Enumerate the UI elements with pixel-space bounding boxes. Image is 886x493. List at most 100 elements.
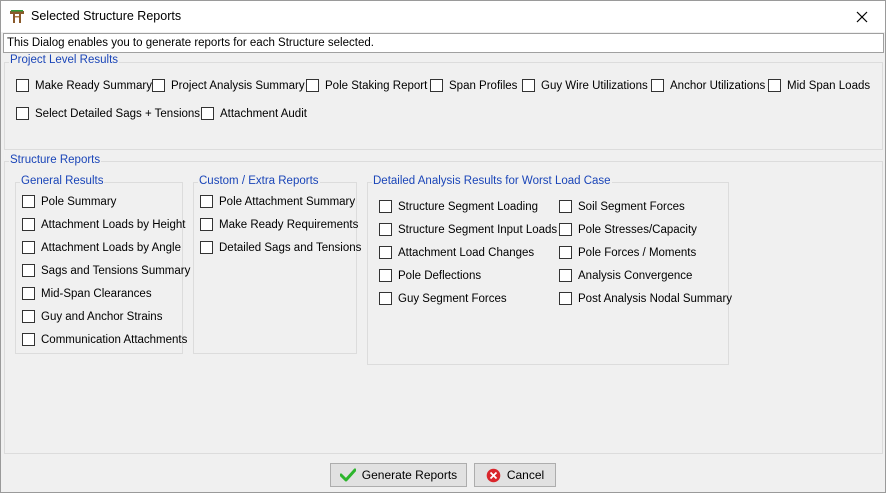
checkbox-box[interactable] <box>22 310 35 323</box>
checkbox-select-detailed-sags-tensions[interactable]: Select Detailed Sags + Tensions <box>16 107 200 120</box>
checkbox-box[interactable] <box>379 269 392 282</box>
info-text: This Dialog enables you to generate repo… <box>3 33 884 53</box>
project-level-title: Project Level Results <box>9 54 120 66</box>
checkbox-attachment-loads-height[interactable]: Attachment Loads by Height <box>22 218 185 231</box>
checkbox-post-analysis-nodal-summary[interactable]: Post Analysis Nodal Summary <box>559 292 732 305</box>
checkbox-label: Detailed Sags and Tensions <box>219 241 362 254</box>
checkbox-box[interactable] <box>22 218 35 231</box>
checkbox-box[interactable] <box>22 287 35 300</box>
structure-reports-title: Structure Reports <box>9 154 102 166</box>
checkbox-box[interactable] <box>559 269 572 282</box>
checkbox-pole-stresses-capacity[interactable]: Pole Stresses/Capacity <box>559 223 697 236</box>
title-bar: Selected Structure Reports <box>1 1 885 32</box>
checkbox-label: Pole Staking Report <box>325 79 428 92</box>
pole-icon <box>10 10 24 23</box>
checkbox-sags-tensions-summary[interactable]: Sags and Tensions Summary <box>22 264 190 277</box>
checkbox-box[interactable] <box>200 218 213 231</box>
checkbox-guy-wire-utilizations[interactable]: Guy Wire Utilizations <box>522 79 648 92</box>
checkbox-label: Project Analysis Summary <box>171 79 305 92</box>
checkbox-box[interactable] <box>379 200 392 213</box>
checkbox-label: Mid Span Loads <box>787 79 871 92</box>
checkbox-label: Pole Deflections <box>398 269 482 282</box>
checkbox-soil-segment-forces[interactable]: Soil Segment Forces <box>559 200 685 213</box>
checkbox-box[interactable] <box>16 107 29 120</box>
checkbox-label: Structure Segment Loading <box>398 200 539 213</box>
close-button[interactable] <box>839 1 885 32</box>
checkbox-label: Pole Stresses/Capacity <box>578 223 697 236</box>
checkbox-box[interactable] <box>306 79 319 92</box>
checkbox-box[interactable] <box>651 79 664 92</box>
checkbox-label: Soil Segment Forces <box>578 200 685 213</box>
checkbox-analysis-convergence[interactable]: Analysis Convergence <box>559 269 692 282</box>
checkbox-guy-anchor-strains[interactable]: Guy and Anchor Strains <box>22 310 162 323</box>
close-icon <box>856 11 868 22</box>
checkbox-attachment-loads-angle[interactable]: Attachment Loads by Angle <box>22 241 181 254</box>
checkbox-structure-segment-loading[interactable]: Structure Segment Loading <box>379 200 538 213</box>
checkbox-box[interactable] <box>559 246 572 259</box>
checkbox-box[interactable] <box>768 79 781 92</box>
checkbox-label: Attachment Audit <box>220 107 307 120</box>
checkbox-label: Make Ready Requirements <box>219 218 359 231</box>
checkbox-label: Guy Wire Utilizations <box>541 79 648 92</box>
checkbox-mid-span-clearances[interactable]: Mid-Span Clearances <box>22 287 152 300</box>
detailed-analysis-title: Detailed Analysis Results for Worst Load… <box>372 175 612 187</box>
checkbox-pole-deflections[interactable]: Pole Deflections <box>379 269 481 282</box>
checkbox-label: Communication Attachments <box>41 333 188 346</box>
checkbox-label: Guy and Anchor Strains <box>41 310 163 323</box>
checkbox-label: Attachment Loads by Height <box>41 218 186 231</box>
checkbox-label: Pole Forces / Moments <box>578 246 697 259</box>
checkbox-pole-staking-report[interactable]: Pole Staking Report <box>306 79 427 92</box>
checkbox-box[interactable] <box>22 195 35 208</box>
general-results-title: General Results <box>20 175 105 187</box>
checkbox-box[interactable] <box>201 107 214 120</box>
checkbox-attachment-audit[interactable]: Attachment Audit <box>201 107 307 120</box>
checkbox-label: Span Profiles <box>449 79 518 92</box>
checkbox-detailed-sags-tensions[interactable]: Detailed Sags and Tensions <box>200 241 361 254</box>
checkbox-box[interactable] <box>522 79 535 92</box>
checkbox-guy-segment-forces[interactable]: Guy Segment Forces <box>379 292 507 305</box>
checkbox-mid-span-loads[interactable]: Mid Span Loads <box>768 79 870 92</box>
dialog-window: Selected Structure Reports This Dialog e… <box>0 0 886 493</box>
checkbox-box[interactable] <box>152 79 165 92</box>
checkbox-label: Mid-Span Clearances <box>41 287 152 300</box>
generate-reports-button[interactable]: Generate Reports <box>330 463 467 487</box>
checkbox-make-ready-summary[interactable]: Make Ready Summary <box>16 79 152 92</box>
checkbox-box[interactable] <box>379 246 392 259</box>
checkbox-box[interactable] <box>379 223 392 236</box>
checkbox-pole-summary[interactable]: Pole Summary <box>22 195 116 208</box>
checkbox-anchor-utilizations[interactable]: Anchor Utilizations <box>651 79 765 92</box>
checkbox-box[interactable] <box>559 292 572 305</box>
custom-reports-title: Custom / Extra Reports <box>198 175 320 187</box>
checkbox-label: Pole Summary <box>41 195 117 208</box>
checkbox-box[interactable] <box>430 79 443 92</box>
checkbox-communication-attachments[interactable]: Communication Attachments <box>22 333 187 346</box>
checkbox-box[interactable] <box>200 241 213 254</box>
checkbox-box[interactable] <box>559 223 572 236</box>
checkbox-box[interactable] <box>379 292 392 305</box>
checkbox-attachment-load-changes[interactable]: Attachment Load Changes <box>379 246 534 259</box>
window-title: Selected Structure Reports <box>31 9 182 23</box>
checkbox-label: Anchor Utilizations <box>670 79 766 92</box>
checkbox-box[interactable] <box>22 333 35 346</box>
checkbox-label: Select Detailed Sags + Tensions <box>35 107 201 120</box>
checkbox-pole-forces-moments[interactable]: Pole Forces / Moments <box>559 246 696 259</box>
checkbox-make-ready-requirements[interactable]: Make Ready Requirements <box>200 218 358 231</box>
checkbox-label: Attachment Load Changes <box>398 246 535 259</box>
checkbox-box[interactable] <box>200 195 213 208</box>
cancel-icon <box>486 468 501 482</box>
checkbox-box[interactable] <box>16 79 29 92</box>
checkbox-box[interactable] <box>22 241 35 254</box>
checkbox-span-profiles[interactable]: Span Profiles <box>430 79 517 92</box>
checkbox-label: Sags and Tensions Summary <box>41 264 191 277</box>
checkbox-project-analysis-summary[interactable]: Project Analysis Summary <box>152 79 305 92</box>
checkbox-label: Post Analysis Nodal Summary <box>578 292 733 305</box>
checkbox-box[interactable] <box>22 264 35 277</box>
checkbox-label: Pole Attachment Summary <box>219 195 356 208</box>
checkbox-pole-attachment-summary[interactable]: Pole Attachment Summary <box>200 195 355 208</box>
checkbox-box[interactable] <box>559 200 572 213</box>
checkbox-structure-segment-input-loads[interactable]: Structure Segment Input Loads <box>379 223 557 236</box>
checkbox-label: Structure Segment Input Loads <box>398 223 558 236</box>
checkmark-icon <box>339 468 356 482</box>
cancel-button[interactable]: Cancel <box>474 463 556 487</box>
checkbox-label: Attachment Loads by Angle <box>41 241 182 254</box>
